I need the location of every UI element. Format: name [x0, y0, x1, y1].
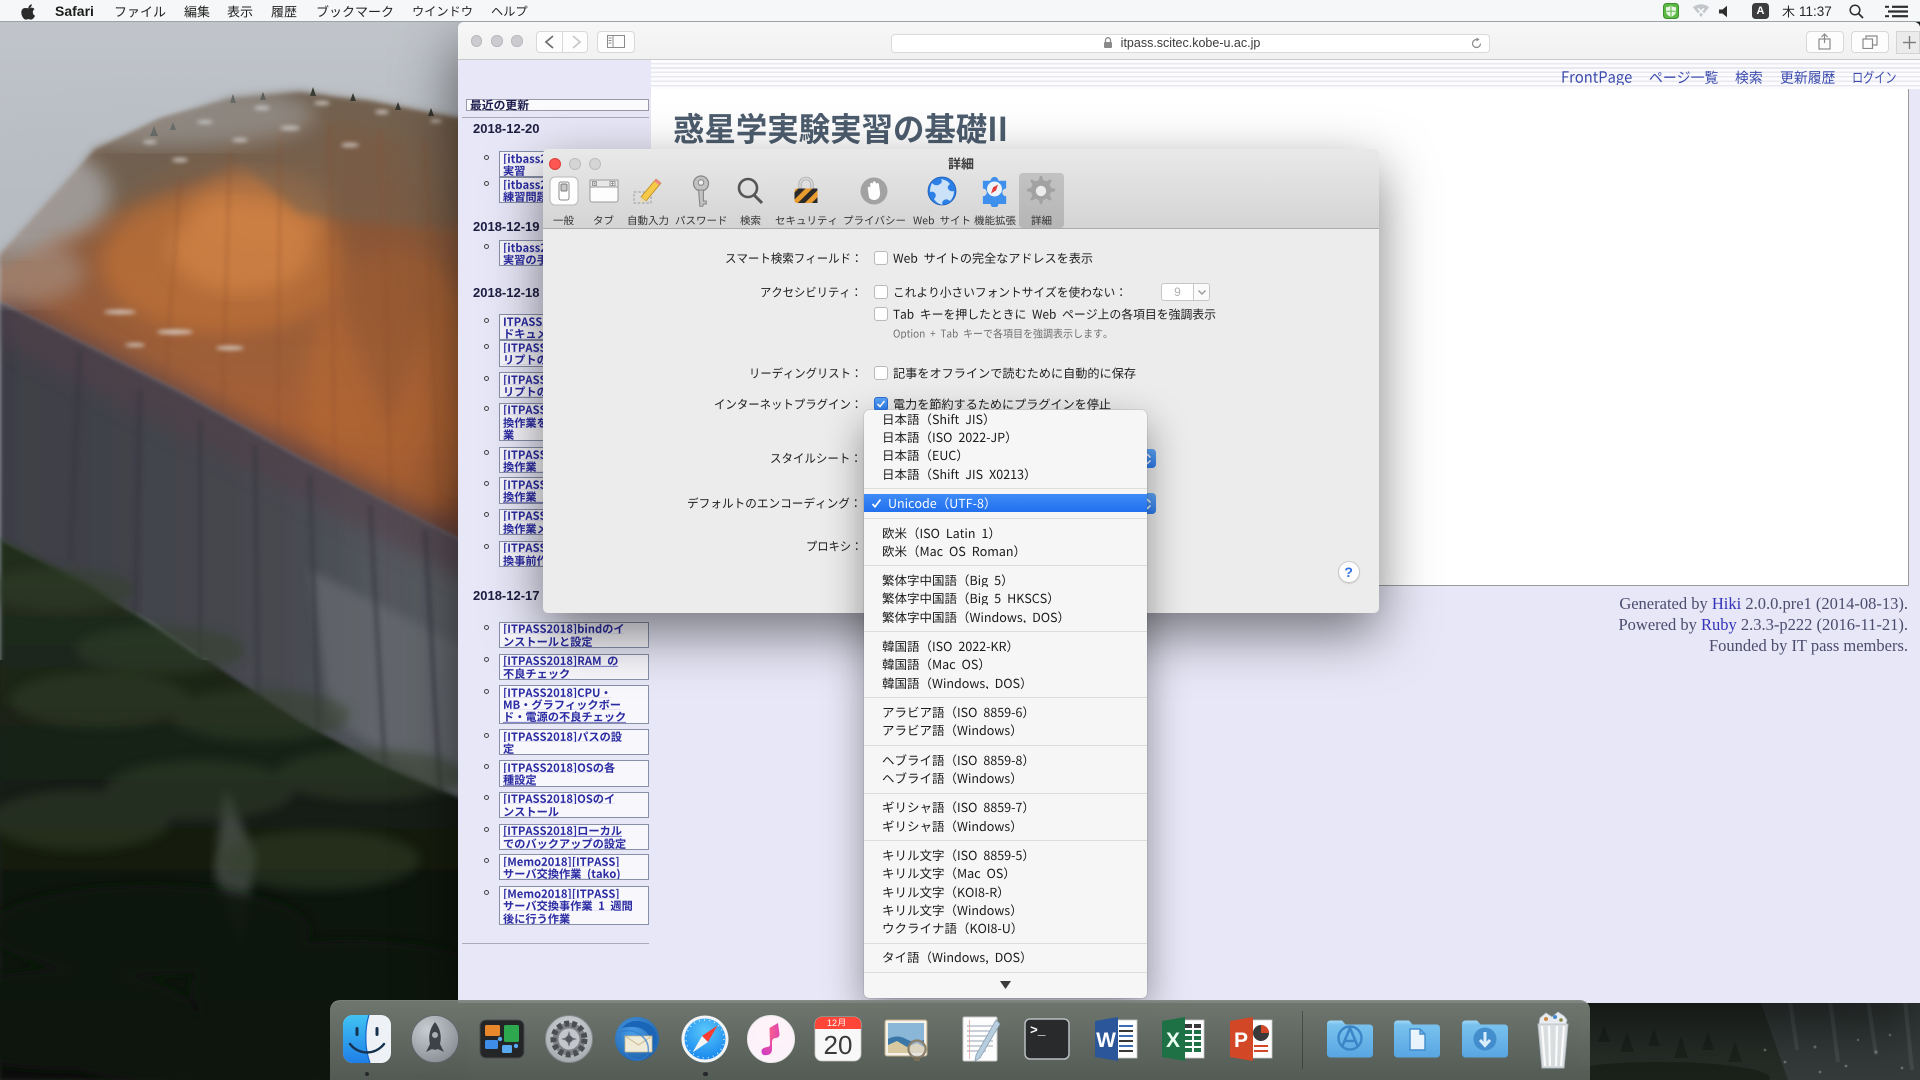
- svg-text:20: 20: [824, 1030, 853, 1060]
- svg-text:P: P: [1234, 1029, 1248, 1052]
- svg-text:X: X: [1166, 1029, 1180, 1052]
- svg-text:12: 12: [827, 1018, 837, 1028]
- svg-text:W: W: [1096, 1029, 1116, 1052]
- svg-text:>_: >_: [1030, 1023, 1046, 1038]
